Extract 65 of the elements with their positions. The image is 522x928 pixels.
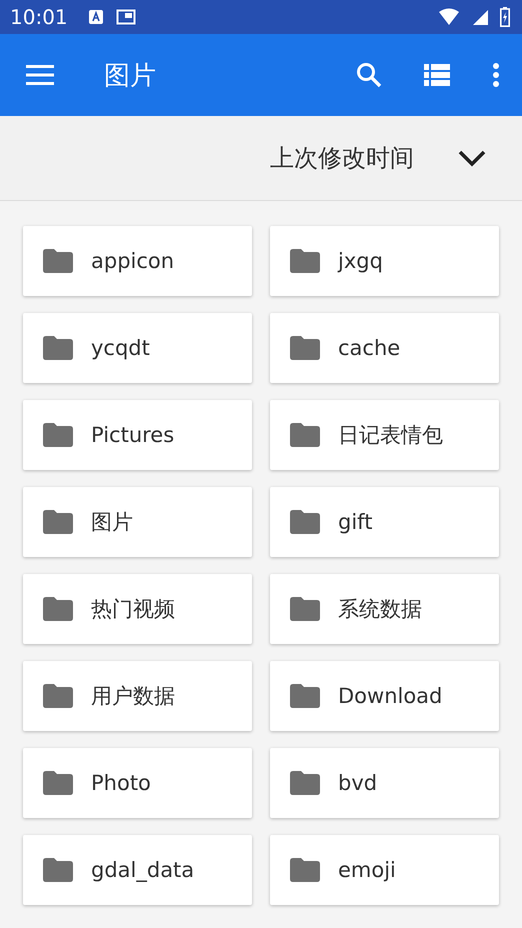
folder-icon — [43, 423, 73, 447]
folder-card[interactable]: 系统数据 — [270, 574, 499, 644]
folder-icon — [43, 597, 73, 621]
folder-icon — [43, 249, 73, 273]
folder-name: gift — [338, 510, 372, 534]
folder-card[interactable]: gift — [270, 487, 499, 557]
folder-card[interactable]: Photo — [23, 748, 252, 818]
folder-card[interactable]: 图片 — [23, 487, 252, 557]
window-notification-icon — [116, 9, 136, 25]
folder-name: 图片 — [91, 509, 133, 536]
folder-name: Pictures — [91, 423, 174, 447]
battery-icon — [500, 7, 510, 27]
chevron-down-icon — [458, 149, 486, 167]
folder-icon — [43, 510, 73, 534]
signal-icon — [472, 9, 488, 25]
folder-card[interactable]: emoji — [270, 835, 499, 905]
folder-name: cache — [338, 336, 400, 360]
folder-icon — [290, 684, 320, 708]
folder-icon — [290, 597, 320, 621]
folder-card[interactable]: 日记表情包 — [270, 400, 499, 470]
folder-card[interactable]: bvd — [270, 748, 499, 818]
search-button[interactable] — [356, 62, 382, 88]
folder-icon — [43, 858, 73, 882]
folder-card[interactable]: Pictures — [23, 400, 252, 470]
folder-name: gdal_data — [91, 858, 194, 882]
keyboard-notification-icon — [88, 9, 104, 25]
folder-card[interactable]: gdal_data — [23, 835, 252, 905]
sort-dropdown[interactable]: 上次修改时间 — [270, 142, 486, 174]
folder-card[interactable]: cache — [270, 313, 499, 383]
search-icon — [356, 62, 382, 88]
folder-card[interactable]: jxgq — [270, 226, 499, 296]
folder-name: 热门视频 — [91, 596, 175, 623]
folder-icon — [290, 510, 320, 534]
folder-icon — [290, 249, 320, 273]
folder-name: emoji — [338, 858, 396, 882]
folder-name: ycqdt — [91, 336, 150, 360]
more-options-button[interactable] — [492, 63, 500, 87]
folder-name: 系统数据 — [338, 596, 422, 623]
folder-name: jxgq — [338, 249, 383, 273]
folder-name: 用户数据 — [91, 683, 175, 710]
list-view-button[interactable] — [424, 64, 450, 86]
folder-name: appicon — [91, 249, 174, 273]
folder-icon — [290, 858, 320, 882]
folder-card[interactable]: 用户数据 — [23, 661, 252, 731]
folder-card[interactable]: Download — [270, 661, 499, 731]
folder-card[interactable]: appicon — [23, 226, 252, 296]
folder-icon — [290, 423, 320, 447]
folder-name: Photo — [91, 771, 151, 795]
folder-name: bvd — [338, 771, 378, 795]
folder-icon — [290, 771, 320, 795]
app-title: 图片 — [104, 60, 156, 92]
menu-icon — [26, 64, 54, 86]
more-options-icon — [492, 63, 500, 87]
folder-card[interactable]: ycqdt — [23, 313, 252, 383]
wifi-icon — [438, 8, 460, 26]
folder-icon — [43, 684, 73, 708]
folder-name: 日记表情包 — [338, 422, 443, 449]
menu-button[interactable] — [26, 64, 54, 86]
folder-icon — [43, 336, 73, 360]
folder-name: Download — [338, 684, 442, 708]
status-time: 10:01 — [10, 5, 68, 29]
list-view-icon — [424, 64, 450, 86]
folder-icon — [43, 771, 73, 795]
folder-icon — [290, 336, 320, 360]
folder-card[interactable]: 热门视频 — [23, 574, 252, 644]
